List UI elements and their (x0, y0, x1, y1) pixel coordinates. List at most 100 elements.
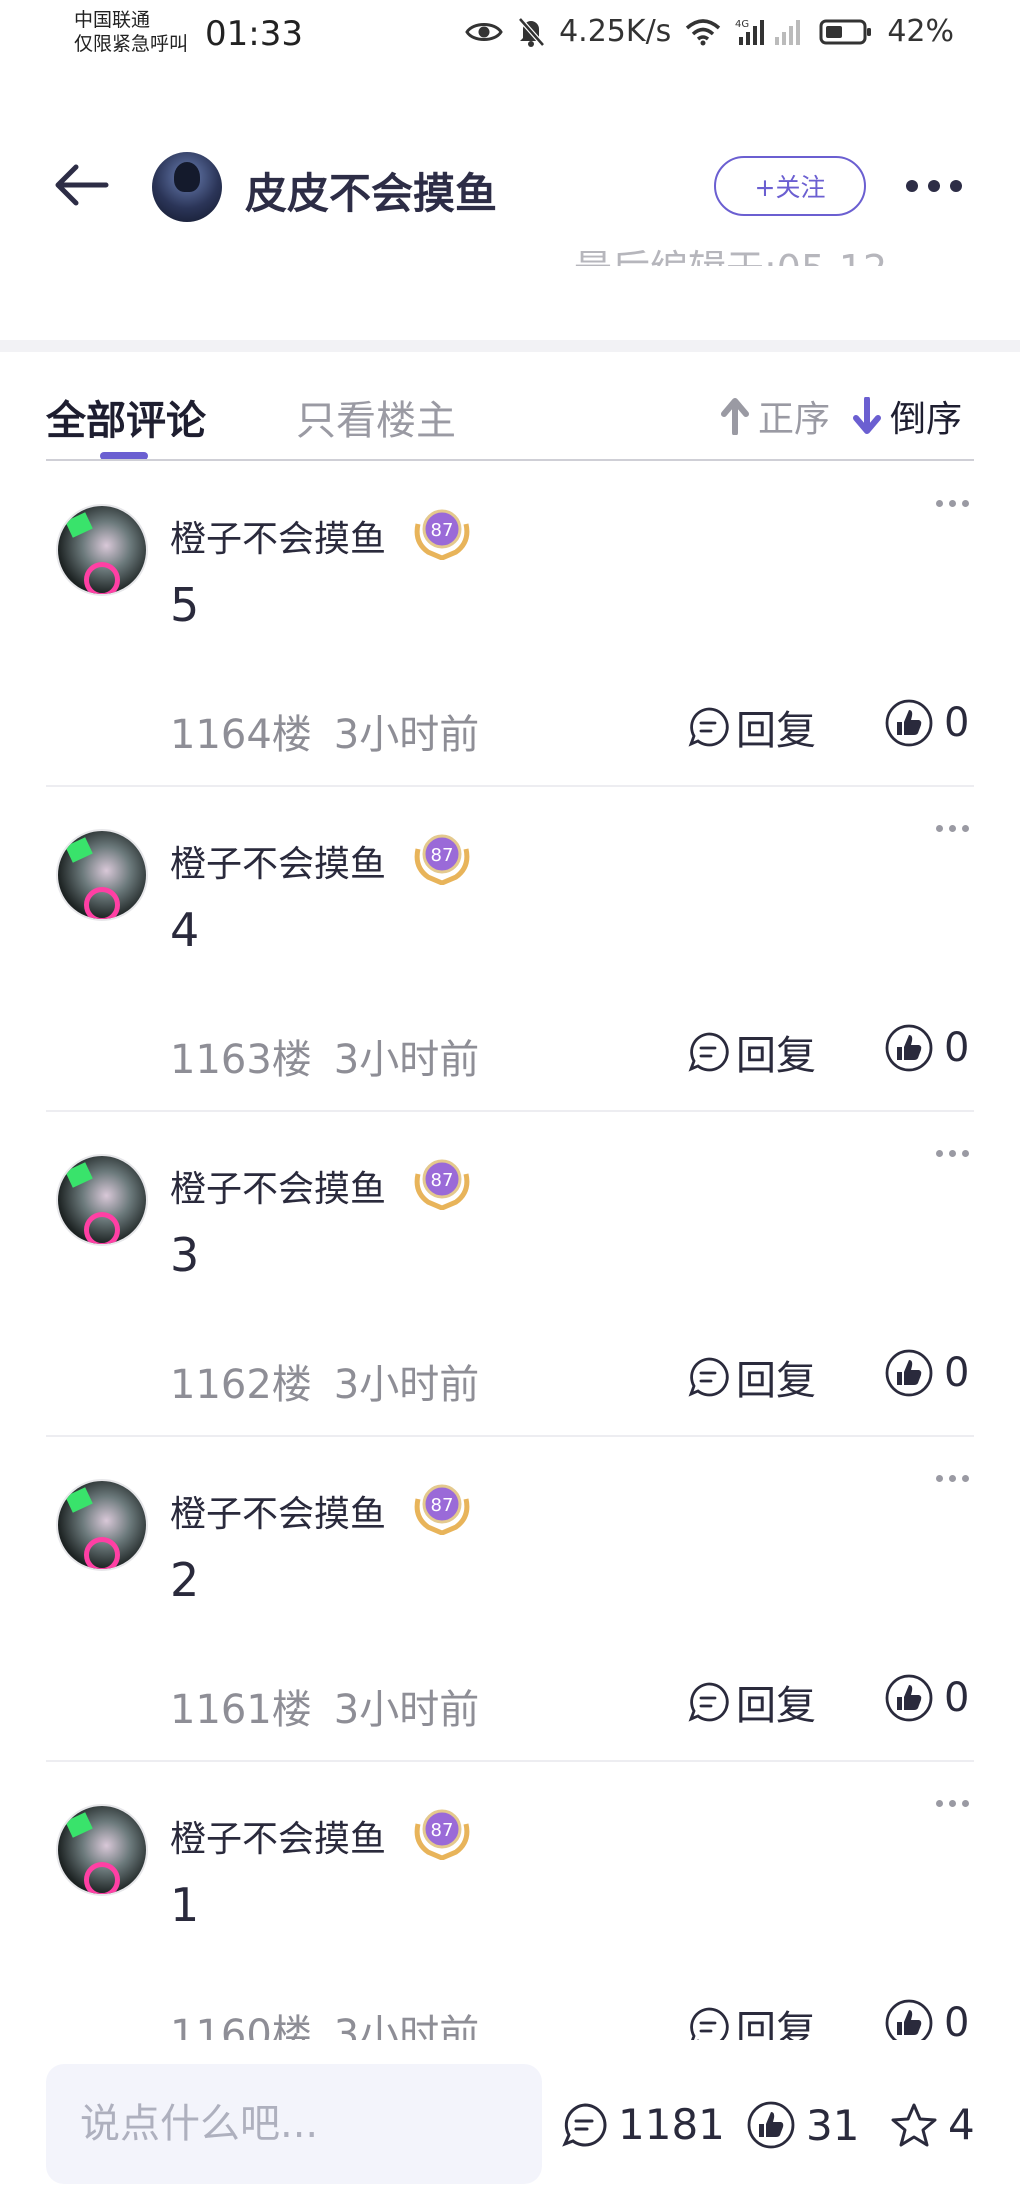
sort-descending-button[interactable]: 倒序 (852, 390, 962, 442)
level-badge-icon: 87 (414, 509, 470, 560)
comment-more-icon[interactable] (934, 1798, 972, 1808)
carrier-text: 中国联通 仅限紧急呼叫 (74, 8, 188, 56)
battery-level: 42% (887, 14, 954, 49)
like-button[interactable]: 0 (884, 1998, 969, 2040)
star-icon (891, 2103, 937, 2146)
comment-text: 3 (170, 1228, 200, 1282)
level-number: 87 (431, 1495, 454, 1516)
arrow-down-icon (853, 397, 881, 434)
like-button[interactable]: 0 (884, 1673, 969, 1723)
commenter-name[interactable]: 橙子不会摸鱼 (170, 835, 386, 887)
like-button[interactable]: 0 (884, 1023, 969, 1073)
commenter-name[interactable]: 橙子不会摸鱼 (170, 510, 386, 562)
reply-bubble-icon (690, 2007, 729, 2040)
eye-icon (465, 22, 503, 41)
sort-descending-label: 倒序 (890, 399, 963, 440)
comment-item: 橙子不会摸鱼 87 1 1160楼 3小时前 回复 0 (0, 1762, 1020, 2040)
floor-number: 1164楼 (170, 712, 312, 758)
follow-button[interactable]: +关注 (714, 156, 866, 216)
reply-label: 回复 (736, 1683, 816, 1729)
level-badge-icon: 87 (414, 1159, 470, 1210)
section-divider (0, 340, 1020, 352)
svg-text:4G: 4G (735, 19, 749, 30)
reply-bubble-icon (688, 1032, 729, 1072)
comment-more-icon[interactable] (934, 823, 972, 833)
like-count: 0 (944, 1350, 970, 1396)
comment-item: 橙子不会摸鱼 87 3 1162楼 3小时前 回复 0 (0, 1112, 1020, 1437)
host-name[interactable]: 皮皮不会摸鱼 (245, 160, 497, 221)
more-options-icon[interactable] (904, 178, 964, 194)
back-arrow-icon[interactable] (50, 160, 112, 210)
comment-meta: 1162楼 3小时前 (170, 1352, 479, 1410)
comment-more-icon[interactable] (934, 1473, 972, 1483)
total-comments: 1181 (618, 2100, 725, 2149)
reply-button[interactable]: 回复 (688, 1673, 816, 1731)
floor-number: 1161楼 (170, 1687, 312, 1733)
wifi-icon (686, 18, 721, 45)
comment-item: 橙子不会摸鱼 87 5 1164楼 3小时前 回复 0 (0, 462, 1020, 787)
battery-icon (819, 19, 872, 44)
comment-text: 1 (170, 1878, 200, 1932)
comment-meta: 1160楼 3小时前 (170, 2002, 479, 2040)
post-like-button[interactable]: 31 (746, 2100, 859, 2150)
signal-icon: 4G (735, 19, 801, 45)
reply-button[interactable]: 回复 (688, 698, 816, 756)
floor-number: 1160楼 (170, 2012, 312, 2040)
commenter-avatar[interactable] (56, 1804, 148, 1896)
comment-meta: 1163楼 3小时前 (170, 1027, 479, 1085)
commenter-avatar[interactable] (56, 504, 148, 596)
tabs-divider (46, 459, 974, 461)
comment-text: 4 (170, 903, 200, 957)
level-badge-icon: 87 (414, 834, 470, 885)
commenter-avatar[interactable] (56, 1154, 148, 1246)
reply-label: 回复 (736, 1358, 816, 1404)
like-count: 0 (944, 1025, 970, 1071)
comment-more-icon[interactable] (934, 498, 972, 508)
comment-time: 3小时前 (333, 1037, 480, 1083)
comment-text: 5 (170, 578, 200, 632)
last-edit-time: 最后编辑于:05-12 (574, 238, 887, 266)
level-number: 87 (431, 845, 454, 866)
host-avatar[interactable] (152, 152, 222, 222)
arrow-up-icon (721, 398, 749, 435)
commenter-avatar[interactable] (56, 829, 148, 921)
commenter-name[interactable]: 橙子不会摸鱼 (170, 1160, 386, 1212)
status-time: 01:33 (205, 14, 303, 54)
level-number: 87 (431, 1170, 454, 1191)
thumbs-up-icon (885, 1674, 933, 1722)
network-speed: 4.25K/s (559, 14, 672, 49)
comment-more-icon[interactable] (934, 1148, 972, 1158)
commenter-name[interactable]: 橙子不会摸鱼 (170, 1810, 386, 1862)
comment-text: 2 (170, 1553, 200, 1607)
favorite-button[interactable]: 4 (890, 2100, 975, 2149)
reply-button[interactable]: 回复 (688, 1348, 816, 1406)
level-badge-icon: 87 (414, 1484, 470, 1535)
commenter-avatar[interactable] (56, 1479, 148, 1571)
reply-button[interactable]: 回复 (688, 1998, 816, 2040)
floor-number: 1163楼 (170, 1037, 312, 1083)
comment-time: 3小时前 (333, 2012, 480, 2040)
thumbs-up-icon (885, 1024, 933, 1072)
reply-label: 回复 (736, 2008, 816, 2040)
comments-count-button[interactable]: 1181 (562, 2100, 725, 2149)
status-icons: 4.25K/s 4G 42% (465, 14, 954, 49)
like-button[interactable]: 0 (884, 698, 969, 748)
total-likes: 31 (806, 2100, 860, 2150)
comment-time: 3小时前 (333, 712, 480, 758)
bottom-action-bar: 1181 31 4 (0, 2040, 1020, 2210)
comment-meta: 1161楼 3小时前 (170, 1677, 479, 1735)
thumbs-up-icon (885, 1999, 933, 2040)
sort-ascending-button[interactable]: 正序 (720, 390, 830, 442)
commenter-name[interactable]: 橙子不会摸鱼 (170, 1485, 386, 1537)
reply-button[interactable]: 回复 (688, 1023, 816, 1081)
comment-input[interactable] (46, 2064, 542, 2184)
thumbs-up-icon (885, 1349, 933, 1397)
level-badge-icon: 87 (414, 1809, 470, 1860)
like-button[interactable]: 0 (884, 1348, 969, 1398)
reply-label: 回复 (736, 708, 816, 754)
comment-time: 3小时前 (333, 1362, 480, 1408)
comment-bubble-icon (562, 2102, 607, 2147)
level-number: 87 (431, 1820, 454, 1841)
tab-all-comments[interactable]: 全部评论 (46, 388, 206, 446)
tab-host-only[interactable]: 只看楼主 (296, 388, 456, 446)
